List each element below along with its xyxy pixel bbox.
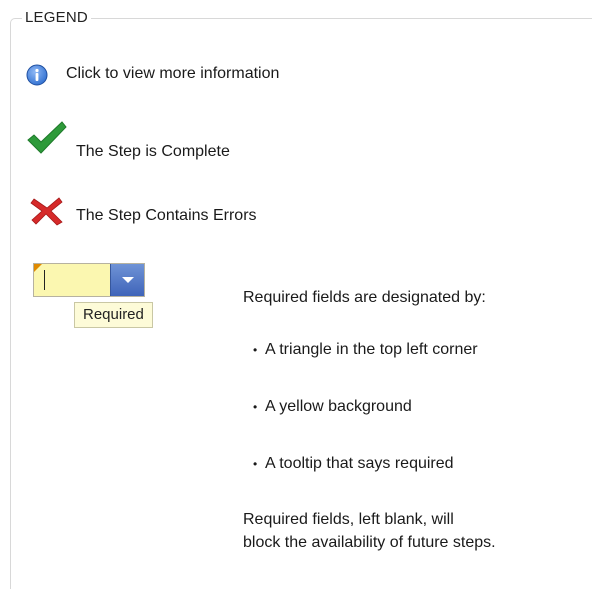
bullet-icon: • [253,343,258,357]
required-field-sample[interactable] [33,263,145,297]
bullet-text: A yellow background [265,398,412,415]
error-x-icon [30,197,63,226]
required-heading: Required fields are designated by: [243,289,486,306]
note-line: block the availability of future steps. [243,534,496,551]
checkmark-icon [27,121,67,154]
list-item: • A triangle in the top left corner [253,336,478,364]
required-note: Required fields, left blank, will block … [243,508,496,554]
bullet-text: A triangle in the top left corner [265,341,478,358]
bullet-icon: • [253,457,258,471]
required-tooltip: Required [74,302,153,328]
info-icon [26,64,48,86]
bullet-icon: • [253,400,258,414]
dropdown-button[interactable] [110,264,144,296]
bullet-text: A tooltip that says required [265,455,454,472]
info-legend-text: Click to view more information [66,65,280,82]
text-caret [44,270,45,290]
list-item: • A yellow background [253,393,478,421]
required-bullet-list: • A triangle in the top left corner • A ye… [253,336,478,478]
note-line: Required fields, left blank, will [243,511,454,528]
required-triangle-icon [34,264,42,272]
chevron-down-icon [122,277,134,283]
list-item: • A tooltip that says required [253,450,478,478]
complete-legend-text: The Step is Complete [76,143,230,160]
error-legend-text: The Step Contains Errors [76,207,257,224]
legend-title: LEGEND [22,9,91,26]
